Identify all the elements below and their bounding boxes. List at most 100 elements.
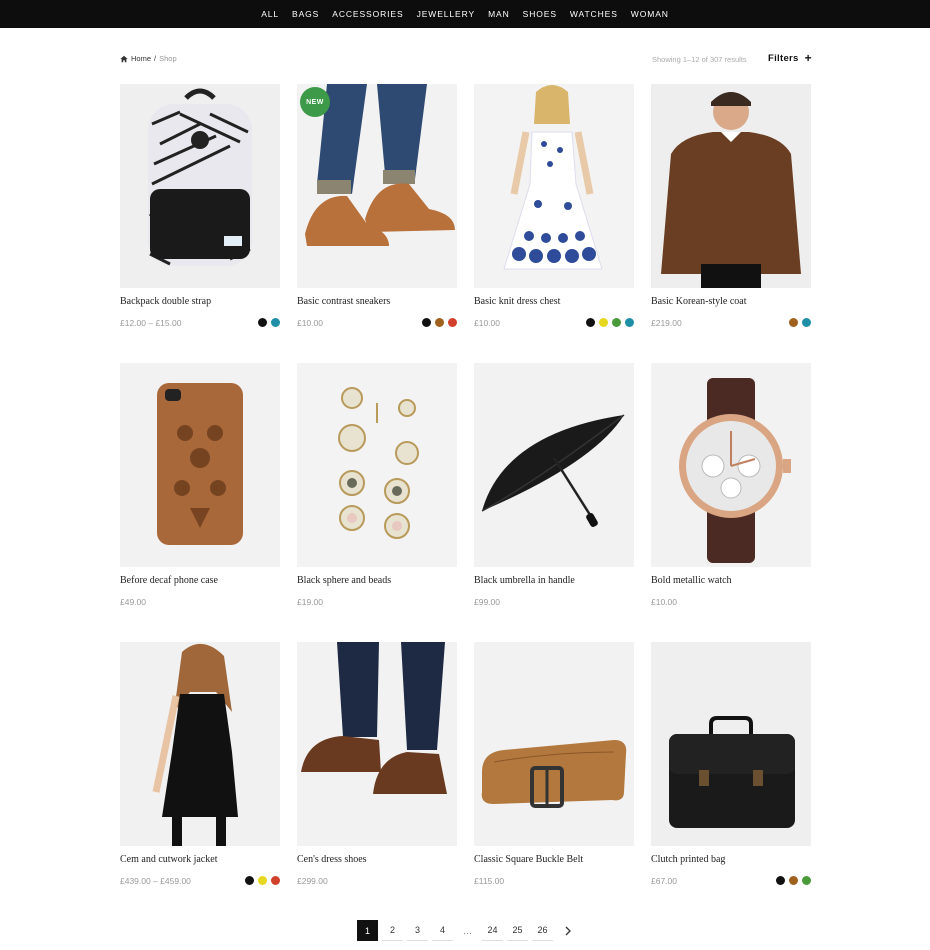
color-swatches <box>789 318 811 327</box>
product-price: £10.00 <box>651 597 677 607</box>
product-card[interactable]: Black umbrella in handle £99.00 <box>474 363 634 607</box>
product-image-coat[interactable] <box>651 84 811 288</box>
product-price: £49.00 <box>120 597 146 607</box>
product-name[interactable]: Classic Square Buckle Belt <box>474 854 583 865</box>
product-name[interactable]: Black umbrella in handle <box>474 575 575 586</box>
earrings-illustration <box>297 363 457 567</box>
chevron-right-icon[interactable] <box>557 920 578 941</box>
nav-link-all[interactable]: ALL <box>255 9 286 19</box>
color-swatch-black[interactable] <box>776 876 785 885</box>
breadcrumb-current: Shop <box>159 54 177 63</box>
product-price: £67.00 <box>651 876 677 886</box>
page-link-4[interactable]: 4 <box>432 920 453 941</box>
filters-button[interactable]: Filters + <box>768 51 812 65</box>
product-card[interactable]: NEW Basic contrast sneakers £10.00 <box>297 84 457 328</box>
nav-link-jewellery[interactable]: JEWELLERY <box>410 9 482 19</box>
product-image-dress[interactable] <box>474 84 634 288</box>
color-swatch-red[interactable] <box>271 876 280 885</box>
nav-link-bags[interactable]: BAGS <box>286 9 326 19</box>
color-swatch-red[interactable] <box>448 318 457 327</box>
product-name[interactable]: Basic knit dress chest <box>474 296 560 307</box>
color-swatch-green[interactable] <box>802 876 811 885</box>
product-image-bag[interactable] <box>651 642 811 846</box>
product-name[interactable]: Bold metallic watch <box>651 575 732 586</box>
page-link-24[interactable]: 24 <box>482 920 503 941</box>
product-image-backpack[interactable] <box>120 84 280 288</box>
product-card[interactable]: Before decaf phone case £49.00 <box>120 363 280 607</box>
product-price: £10.00 <box>297 318 323 328</box>
page-link-3[interactable]: 3 <box>407 920 428 941</box>
product-name[interactable]: Clutch printed bag <box>651 854 725 865</box>
product-name[interactable]: Cem and cutwork jacket <box>120 854 217 865</box>
nav-link-shoes[interactable]: SHOES <box>516 9 563 19</box>
page-link-25[interactable]: 25 <box>507 920 528 941</box>
color-swatch-black[interactable] <box>245 876 254 885</box>
product-name[interactable]: Basic contrast sneakers <box>297 296 390 307</box>
page-link-1[interactable]: 1 <box>357 920 378 941</box>
product-image-phone-case[interactable] <box>120 363 280 567</box>
color-swatch-teal[interactable] <box>271 318 280 327</box>
color-swatch-black[interactable] <box>586 318 595 327</box>
backpack-illustration <box>120 84 280 288</box>
color-swatch-green[interactable] <box>612 318 621 327</box>
product-price: £115.00 <box>474 876 505 886</box>
color-swatch-black[interactable] <box>422 318 431 327</box>
product-name[interactable]: Cen's dress shoes <box>297 854 367 865</box>
filters-label: Filters <box>768 53 799 64</box>
product-card[interactable]: Basic knit dress chest £10.00 <box>474 84 634 328</box>
product-image-earrings[interactable] <box>297 363 457 567</box>
product-image-sneakers[interactable]: NEW <box>297 84 457 288</box>
product-card[interactable]: Clutch printed bag £67.00 <box>651 642 811 886</box>
product-name[interactable]: Black sphere and beads <box>297 575 391 586</box>
product-price: £12.00 – £15.00 <box>120 318 182 328</box>
color-swatches <box>422 318 457 327</box>
page-link-2[interactable]: 2 <box>382 920 403 941</box>
top-navigation: ALL BAGS ACCESSORIES JEWELLERY MAN SHOES… <box>0 0 930 28</box>
color-swatch-teal[interactable] <box>625 318 634 327</box>
color-swatch-brown[interactable] <box>789 318 798 327</box>
product-card[interactable]: Backpack double strap £12.00 – £15.00 <box>120 84 280 328</box>
home-icon <box>120 55 128 62</box>
new-badge: NEW <box>300 87 330 117</box>
product-price: £10.00 <box>474 318 500 328</box>
phone-case-illustration <box>120 363 280 567</box>
bag-illustration <box>651 642 811 846</box>
product-card[interactable]: Bold metallic watch £10.00 <box>651 363 811 607</box>
color-swatch-black[interactable] <box>258 318 267 327</box>
product-card[interactable]: Cen's dress shoes £299.00 <box>297 642 457 886</box>
color-swatches <box>245 876 280 885</box>
color-swatch-brown[interactable] <box>789 876 798 885</box>
product-image-watch[interactable] <box>651 363 811 567</box>
product-card[interactable]: Black sphere and beads £19.00 <box>297 363 457 607</box>
color-swatch-brown[interactable] <box>435 318 444 327</box>
product-card[interactable]: Cem and cutwork jacket £439.00 – £459.00 <box>120 642 280 886</box>
nav-link-man[interactable]: MAN <box>482 9 517 19</box>
product-price: £299.00 <box>297 876 328 886</box>
color-swatch-yellow[interactable] <box>599 318 608 327</box>
product-name[interactable]: Before decaf phone case <box>120 575 218 586</box>
color-swatch-teal[interactable] <box>802 318 811 327</box>
product-price: £219.00 <box>651 318 682 328</box>
product-name[interactable]: Backpack double strap <box>120 296 211 307</box>
dress-shoes-illustration <box>297 642 457 846</box>
results-count: Showing 1–12 of 307 results <box>652 55 747 64</box>
breadcrumb-home-link[interactable]: Home <box>131 54 151 63</box>
product-image-belt[interactable] <box>474 642 634 846</box>
watch-illustration <box>651 363 811 567</box>
nav-link-accessories[interactable]: ACCESSORIES <box>326 9 410 19</box>
product-price: £439.00 – £459.00 <box>120 876 191 886</box>
product-card[interactable]: Basic Korean-style coat £219.00 <box>651 84 811 328</box>
breadcrumb: Home / Shop <box>120 54 177 63</box>
product-image-black-dress[interactable] <box>120 642 280 846</box>
product-image-umbrella[interactable] <box>474 363 634 567</box>
nav-link-woman[interactable]: WOMAN <box>624 9 675 19</box>
product-card[interactable]: Classic Square Buckle Belt £115.00 <box>474 642 634 886</box>
page-link-26[interactable]: 26 <box>532 920 553 941</box>
nav-link-watches[interactable]: WATCHES <box>563 9 624 19</box>
page-ellipsis: … <box>463 925 472 936</box>
plus-icon: + <box>804 51 812 65</box>
pagination: 1 2 3 4 … 24 25 26 <box>357 920 578 941</box>
product-image-dress-shoes[interactable] <box>297 642 457 846</box>
product-name[interactable]: Basic Korean-style coat <box>651 296 747 307</box>
color-swatch-yellow[interactable] <box>258 876 267 885</box>
